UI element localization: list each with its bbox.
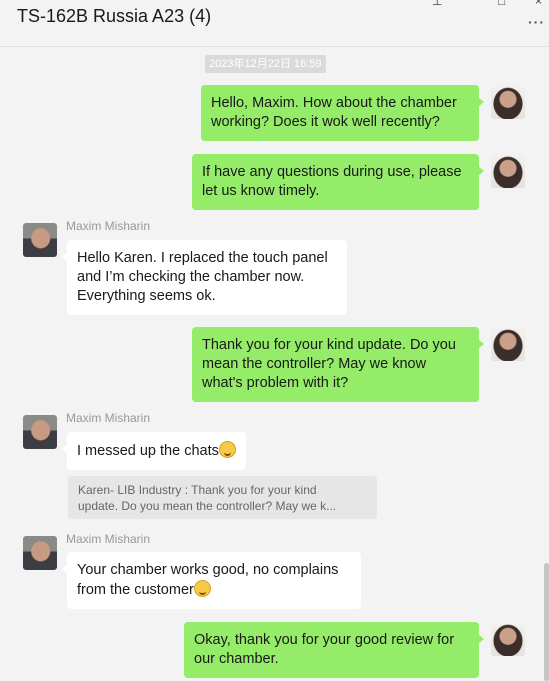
sender-name: Maxim Misharin bbox=[66, 219, 151, 233]
my-message-bubble[interactable]: Okay, thank you for your good review for… bbox=[184, 622, 484, 678]
more-dots-icon[interactable]: ··· bbox=[528, 14, 545, 30]
message-line: what's problem with it? bbox=[202, 375, 349, 391]
message-line: I messed up the chats bbox=[77, 443, 219, 459]
message-line: working? Does it wok well recently? bbox=[211, 114, 440, 130]
quoted-message[interactable]: Karen- LIB Industry : Thank you for your… bbox=[68, 476, 377, 519]
grinning-emoji-icon bbox=[218, 441, 236, 458]
my-message-bubble[interactable]: If have any questions during use, please… bbox=[192, 154, 484, 210]
avatar[interactable] bbox=[23, 536, 57, 570]
my-message-bubble[interactable]: Thank you for your kind update. Do you m… bbox=[192, 327, 484, 402]
avatar[interactable] bbox=[491, 85, 525, 119]
quote-line: update. Do you mean the controller? May … bbox=[78, 499, 337, 513]
avatar[interactable] bbox=[491, 622, 525, 656]
close-icon[interactable]: × bbox=[535, 0, 542, 8]
message-timestamp: 2023年12月22日 16:59 bbox=[205, 55, 326, 73]
my-message-bubble[interactable]: Hello, Maxim. How about the chamber work… bbox=[201, 85, 484, 141]
sender-name: Maxim Misharin bbox=[66, 532, 151, 546]
avatar[interactable] bbox=[491, 154, 525, 188]
message-line: mean the controller? May we know bbox=[202, 356, 427, 372]
message-line: Thank you for your kind update. Do you bbox=[202, 337, 456, 353]
scrollbar[interactable] bbox=[544, 563, 549, 681]
avatar[interactable] bbox=[23, 415, 57, 449]
message-line: Your chamber works good, no complains bbox=[77, 562, 339, 578]
message-line: Hello, Maxim. How about the chamber bbox=[211, 95, 457, 111]
message-line: from the customer bbox=[77, 582, 194, 598]
pin-icon[interactable]: ⊥ bbox=[432, 0, 442, 8]
message-line: If have any questions during use, please bbox=[202, 164, 462, 180]
chat-header: TS-162B Russia A23 (4) ⊥ □ × ··· bbox=[0, 0, 549, 47]
maximize-icon[interactable]: □ bbox=[498, 0, 505, 8]
message-line: let us know timely. bbox=[202, 183, 320, 199]
message-line: our chamber. bbox=[194, 651, 279, 667]
their-message-bubble[interactable]: Your chamber works good, no complains fr… bbox=[62, 552, 361, 609]
avatar[interactable] bbox=[23, 223, 57, 257]
quote-line: Karen- LIB Industry : Thank you for your… bbox=[78, 483, 317, 497]
sender-name: Maxim Misharin bbox=[66, 411, 151, 425]
avatar[interactable] bbox=[491, 327, 525, 361]
message-line: Hello Karen. I replaced the touch panel bbox=[77, 250, 328, 266]
message-line: Okay, thank you for your good review for bbox=[194, 632, 455, 648]
their-message-bubble[interactable]: Hello Karen. I replaced the touch panel … bbox=[62, 240, 347, 315]
message-line: Everything seems ok. bbox=[77, 288, 216, 304]
message-line: and I’m checking the chamber now. bbox=[77, 269, 305, 285]
their-message-bubble[interactable]: I messed up the chats bbox=[62, 432, 246, 470]
smiling-emoji-icon bbox=[193, 580, 211, 597]
chat-title: TS-162B Russia A23 (4) bbox=[17, 6, 212, 26]
